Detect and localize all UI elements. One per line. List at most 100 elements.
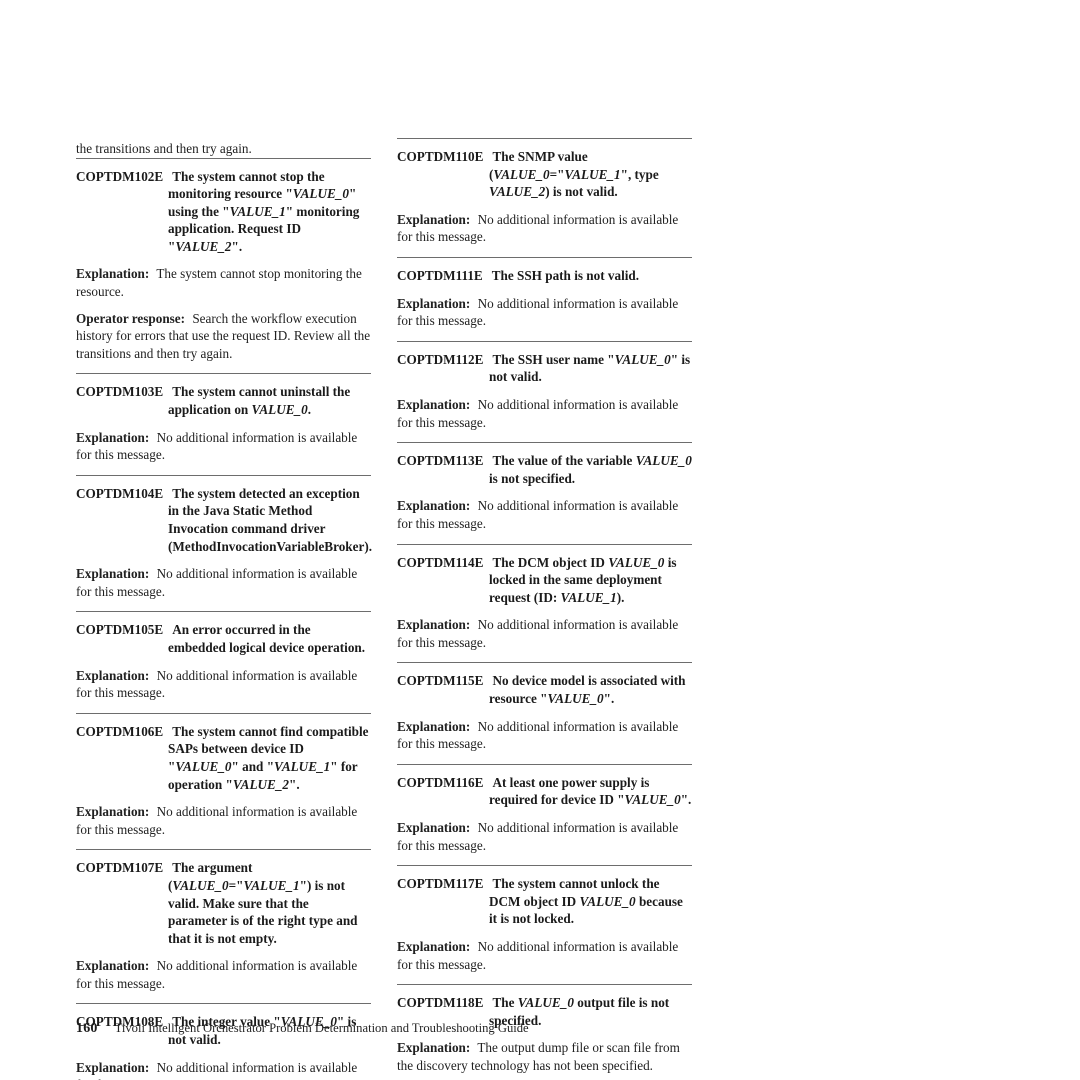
message-text: The argument (VALUE_0="VALUE_1") is not … [168, 860, 358, 946]
message-heading: COPTDM107E The argument (VALUE_0="VALUE_1… [76, 850, 371, 948]
explanation-paragraph: Explanation: The system cannot stop moni… [76, 256, 371, 300]
explanation-paragraph: Explanation: No additional information i… [397, 929, 692, 973]
explanation-paragraph: Explanation: The output dump file or sca… [397, 1030, 692, 1074]
message-text: The DCM object ID VALUE_0 is locked in t… [489, 554, 677, 605]
message-block: COPTDM104E The system detected an excepti… [76, 476, 373, 601]
running-title: Tivoli Intelligent Orchestrator Problem … [114, 1021, 529, 1035]
explanation-paragraph: Explanation: No additional information i… [397, 488, 692, 532]
message-block: COPTDM108E The integer value "VALUE_0" is… [76, 1004, 371, 1080]
message-heading: COPTDM106E The system cannot find compati… [76, 714, 371, 794]
explanation-label: Explanation: [76, 667, 150, 683]
message-code: COPTDM114E [397, 554, 484, 570]
message-heading: COPTDM111E The SSH path is not valid. [397, 258, 692, 286]
message-text: The system cannot stop the monitoring re… [168, 168, 360, 254]
operator-response-label: Operator response: [76, 310, 186, 326]
message-text: The system cannot find compatible SAPs b… [168, 723, 369, 792]
message-heading: COPTDM110E The SNMP value (VALUE_0="VALUE… [397, 139, 692, 202]
page-number: 160 [76, 1021, 98, 1036]
message-code: COPTDM107E [76, 860, 164, 876]
message-block: COPTDM111E The SSH path is not valid. Expl… [397, 258, 692, 330]
explanation-label: Explanation: [76, 804, 150, 820]
message-code: COPTDM102E [76, 168, 164, 184]
page-footer: 160 Tivoli Intelligent Orchestrator Probl… [76, 1019, 976, 1037]
message-heading: COPTDM103E The system cannot uninstall th… [76, 374, 371, 419]
message-block: COPTDM102E The system cannot stop the mon… [76, 159, 371, 363]
explanation-label: Explanation: [397, 295, 471, 311]
message-code: COPTDM105E [76, 622, 164, 638]
message-code: COPTDM111E [397, 267, 483, 283]
message-list-left: COPTDM102E The system cannot stop the mon… [76, 157, 373, 1080]
message-block: COPTDM115E No device model is associated … [397, 663, 692, 752]
column-right: COPTDM110E The SNMP value (VALUE_0="VALUE… [397, 138, 692, 1080]
message-text: At least one power supply is required fo… [489, 774, 692, 808]
message-text: The SSH user name "VALUE_0" is not valid… [489, 351, 691, 385]
explanation-label: Explanation: [397, 396, 471, 412]
message-heading: COPTDM117E The system cannot unlock the D… [397, 866, 692, 929]
explanation-paragraph: Explanation: No additional information i… [76, 658, 371, 702]
message-heading: COPTDM115E No device model is associated … [397, 663, 692, 708]
message-block: COPTDM110E The SNMP value (VALUE_0="VALUE… [397, 139, 692, 246]
message-heading: COPTDM113E The value of the variable VALU… [397, 443, 692, 488]
page: the transitions and then try again. COPT… [0, 0, 1080, 1080]
explanation-label: Explanation: [76, 429, 150, 445]
explanation-label: Explanation: [397, 718, 471, 734]
explanation-paragraph: Explanation: No additional information i… [397, 810, 692, 854]
message-heading: COPTDM105E An error occurred in the embed… [76, 612, 371, 657]
column-left: the transitions and then try again. COPT… [76, 138, 373, 1080]
message-code: COPTDM104E [76, 485, 164, 501]
message-heading: COPTDM112E The SSH user name "VALUE_0" is… [397, 342, 692, 387]
message-text: The value of the variable VALUE_0 is not… [489, 453, 692, 486]
message-text: The SNMP value (VALUE_0="VALUE_1", type … [489, 149, 659, 200]
message-code: COPTDM116E [397, 774, 484, 790]
message-code: COPTDM117E [397, 876, 484, 892]
message-block: COPTDM106E The system cannot find compati… [76, 714, 371, 839]
message-heading: COPTDM116E At least one power supply is r… [397, 765, 692, 810]
message-code: COPTDM106E [76, 723, 164, 739]
message-heading: COPTDM102E The system cannot stop the mon… [76, 159, 371, 257]
explanation-paragraph: Explanation: No additional information i… [397, 607, 692, 651]
message-text: The system cannot unlock the DCM object … [489, 876, 683, 927]
operator-response-paragraph: Operator response: Verify that the disco… [397, 1075, 692, 1080]
message-text: No device model is associated with resou… [489, 673, 686, 707]
explanation-paragraph: Explanation: No additional information i… [397, 709, 692, 753]
message-text: The SSH path is not valid. [491, 267, 640, 283]
explanation-paragraph: Explanation: No additional information i… [76, 794, 371, 838]
message-text: The system cannot uninstall the applicat… [168, 384, 351, 418]
message-heading: COPTDM114E The DCM object ID VALUE_0 is l… [397, 545, 692, 608]
orphan-continuation-line: the transitions and then try again. [76, 141, 252, 156]
explanation-label: Explanation: [397, 498, 471, 514]
explanation-label: Explanation: [76, 266, 150, 282]
message-code: COPTDM103E [76, 384, 164, 400]
explanation-label: Explanation: [397, 1040, 471, 1056]
explanation-label: Explanation: [76, 1059, 150, 1075]
explanation-paragraph: Explanation: No additional information i… [397, 202, 692, 246]
message-list-right: COPTDM110E The SNMP value (VALUE_0="VALUE… [397, 138, 692, 1080]
explanation-label: Explanation: [397, 617, 471, 633]
operator-response-paragraph: Operator response: Search the workflow e… [76, 301, 371, 363]
explanation-label: Explanation: [397, 211, 471, 227]
explanation-paragraph: Explanation: No additional information i… [76, 420, 371, 464]
explanation-label: Explanation: [397, 820, 471, 836]
message-block: COPTDM114E The DCM object ID VALUE_0 is l… [397, 545, 692, 652]
explanation-paragraph: Explanation: No additional information i… [76, 1050, 371, 1080]
message-code: COPTDM113E [397, 453, 484, 469]
message-block: COPTDM107E The argument (VALUE_0="VALUE_1… [76, 850, 371, 992]
message-code: COPTDM118E [397, 995, 484, 1011]
message-text: The system detected an exception in the … [168, 485, 373, 554]
message-text: An error occurred in the embedded logica… [168, 622, 366, 655]
explanation-paragraph: Explanation: No additional information i… [76, 948, 371, 992]
message-code: COPTDM115E [397, 673, 484, 689]
message-block: COPTDM113E The value of the variable VALU… [397, 443, 692, 532]
